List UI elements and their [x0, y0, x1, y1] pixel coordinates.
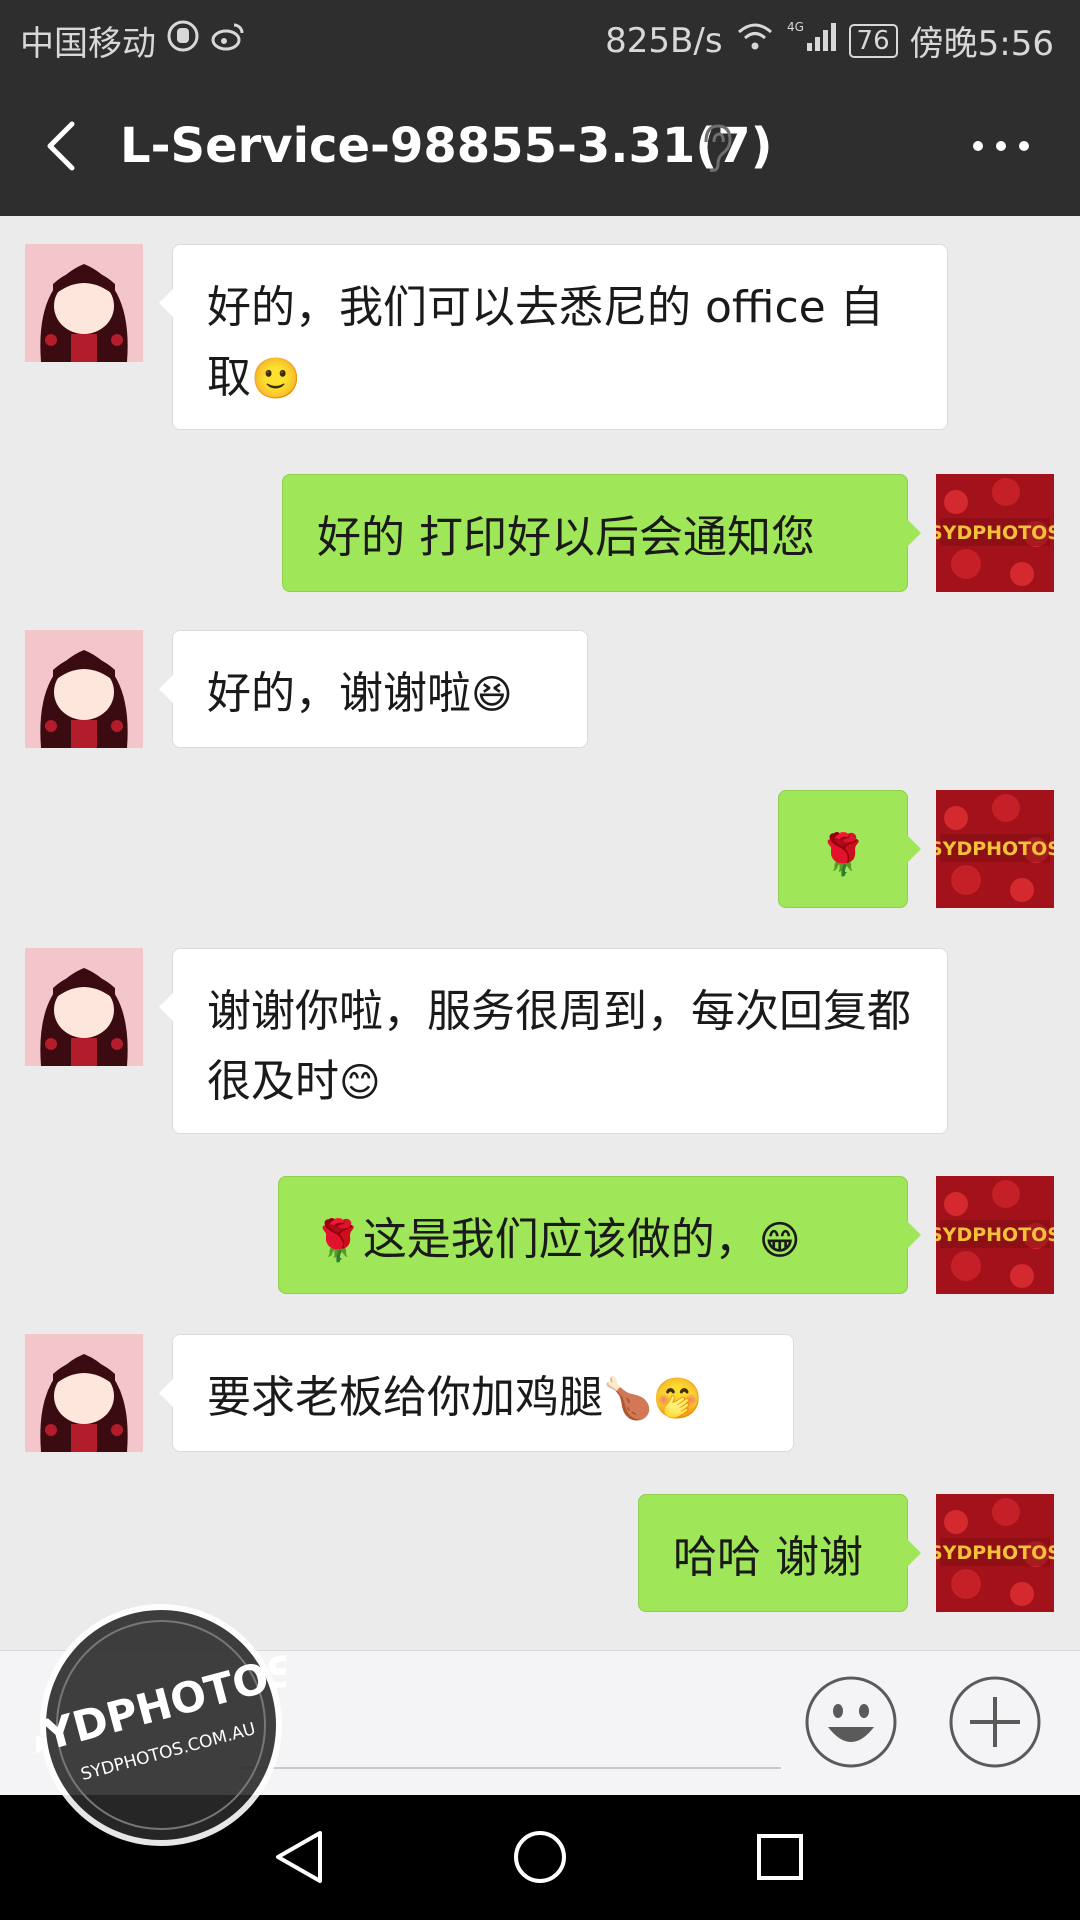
my-avatar[interactable]: SYDPHOTOS [936, 1176, 1054, 1294]
message-bubble[interactable]: 🌹 [778, 790, 921, 908]
grin-emoji: 😁 [758, 1218, 801, 1264]
message-text: 好的，谢谢啦 [207, 668, 471, 719]
contact-avatar[interactable] [25, 630, 143, 748]
message-bubble[interactable]: 好的，谢谢啦😆 [159, 630, 588, 748]
watermark-logo: SYDPHOTOS SYDPHOTOS.COM.AU [9, 1600, 303, 1850]
message-bubble[interactable]: 好的，我们可以去悉尼的 office 自取🙂 [159, 244, 948, 430]
message-bubble[interactable]: 好的 打印好以后会通知您 [282, 474, 921, 592]
battery-level: 76 [848, 23, 898, 58]
message-text: 要求老板给你加鸡腿 [207, 1372, 603, 1423]
contact-avatar[interactable] [25, 1334, 143, 1452]
my-avatar[interactable]: SYDPHOTOS [936, 1494, 1054, 1612]
message-text: 好的 打印好以后会通知您 [317, 512, 815, 563]
plus-icon[interactable] [948, 1675, 1042, 1769]
signal-icon: 4G [787, 19, 837, 62]
message-input[interactable] [236, 1767, 781, 1769]
chat-header: L-Service-98855-3.31(7) [0, 76, 1080, 216]
status-bar: 中国移动 825B/s 4G 76 傍晚5:56 [0, 0, 1080, 76]
smiley-icon[interactable] [804, 1675, 898, 1769]
message-bubble[interactable]: 哈哈 谢谢 [638, 1494, 921, 1612]
my-avatar[interactable]: SYDPHOTOS [936, 790, 1054, 908]
chevron-left-icon[interactable] [36, 114, 96, 178]
svg-text:4G: 4G [787, 20, 804, 34]
message-text: 这是我们应该做的， [362, 1214, 759, 1265]
avatar-logo-text: SYDPHOTOS [936, 1224, 1054, 1246]
weibo-icon [210, 20, 246, 61]
nav-recent-icon[interactable] [750, 1825, 810, 1889]
clock: 傍晚5:56 [909, 24, 1054, 64]
wifi-icon [735, 20, 775, 61]
message-bubble[interactable]: 要求老板给你加鸡腿🍗🤭 [159, 1334, 794, 1452]
message-text: 哈哈 谢谢 [673, 1532, 863, 1583]
smile-emoji: 🙂 [251, 356, 301, 402]
drumstick-emoji: 🍗🤭 [603, 1376, 703, 1422]
contact-avatar[interactable] [25, 948, 143, 1066]
avatar-logo-text: SYDPHOTOS [936, 838, 1054, 860]
carrier-label: 中国移动 [20, 24, 156, 64]
avatar-logo-text: SYDPHOTOS [936, 1542, 1054, 1564]
rose-emoji: 🌹 [313, 1218, 363, 1264]
message-bubble[interactable]: 🌹这是我们应该做的，😁 [278, 1176, 921, 1294]
message-bubble[interactable]: 谢谢你啦，服务很周到，每次回复都很及时😊 [159, 948, 948, 1134]
chat-title: L-Service-98855-3.31(7) [120, 118, 773, 174]
message-list[interactable]: 好的，我们可以去悉尼的 office 自取🙂 SYDPHOTOS 好的 打印好以… [0, 216, 1080, 1650]
my-avatar[interactable]: SYDPHOTOS [936, 474, 1054, 592]
avatar-logo-text: SYDPHOTOS [936, 522, 1054, 544]
nav-home-icon[interactable] [510, 1825, 570, 1889]
network-speed: 825B/s [605, 20, 723, 61]
hand-icon [166, 19, 200, 62]
message-text: 谢谢你啦，服务很周到，每次回复都很及时 [207, 986, 911, 1107]
contact-avatar[interactable] [25, 244, 143, 362]
laugh-emoji: 😆 [471, 672, 513, 718]
blush-emoji: 😊 [339, 1060, 381, 1106]
ear-icon [696, 120, 736, 176]
rose-emoji: 🌹 [818, 832, 868, 878]
more-icon[interactable] [966, 128, 1036, 164]
message-text: 好的，我们可以去悉尼的 office 自取 [207, 282, 884, 403]
